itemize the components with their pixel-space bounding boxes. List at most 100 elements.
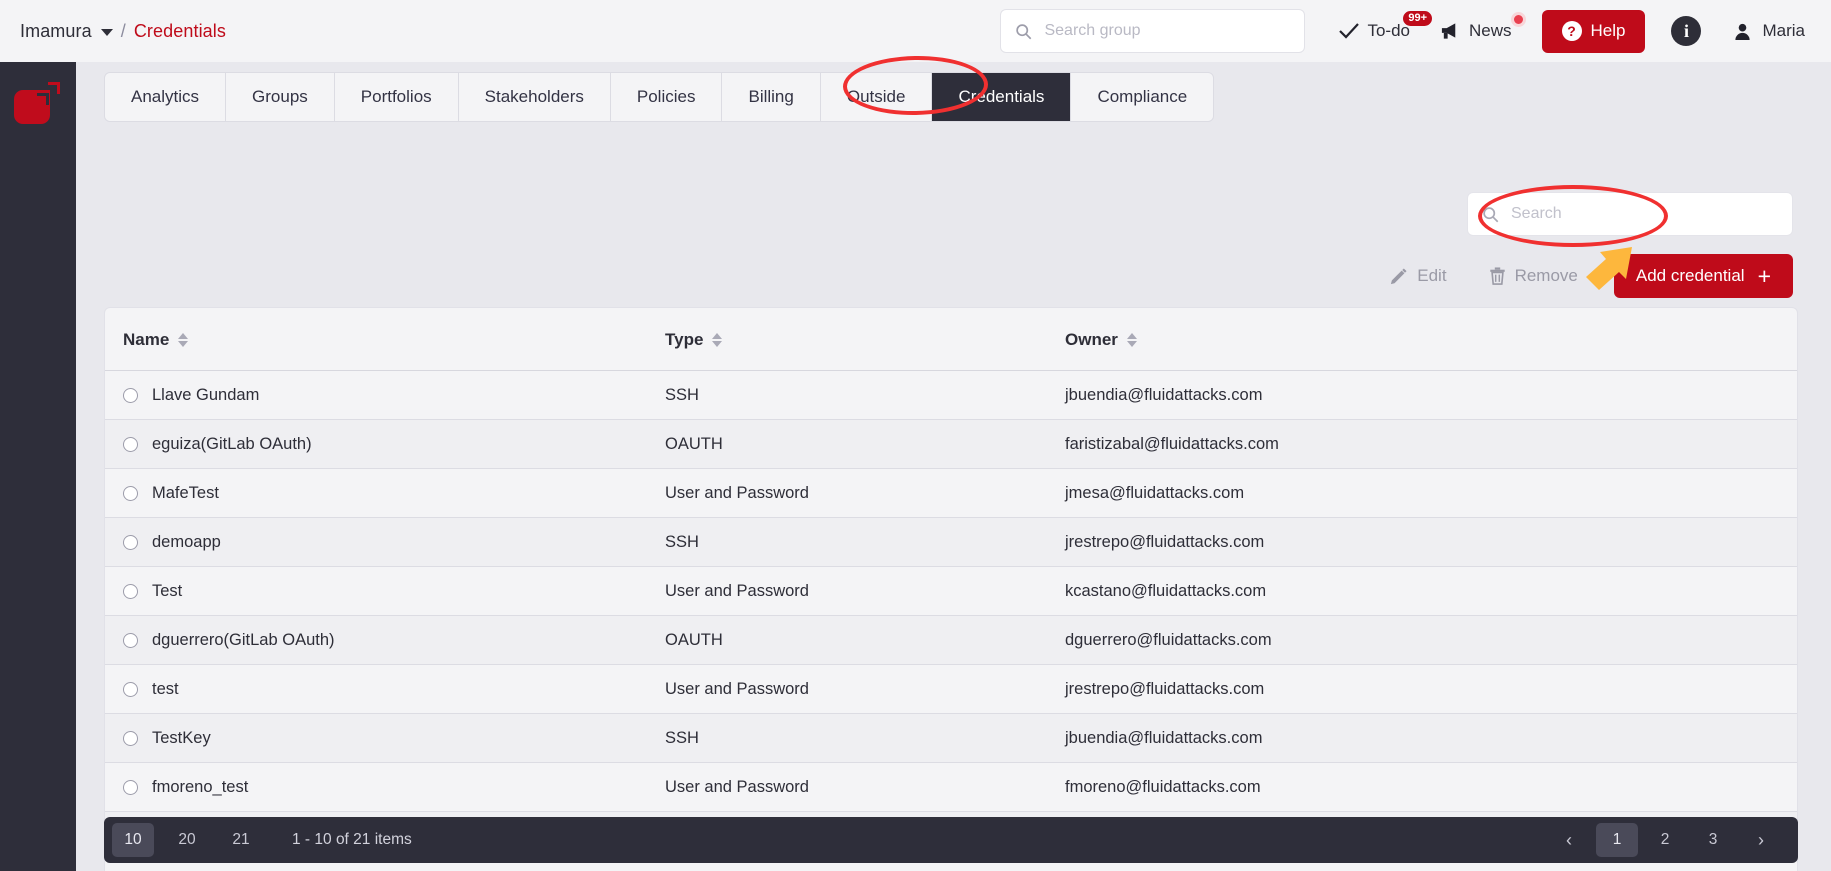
cell-type: User and Password bbox=[665, 566, 1065, 616]
sort-icon[interactable] bbox=[712, 333, 723, 347]
tab-credentials[interactable]: Credentials bbox=[932, 73, 1072, 121]
app-root: Imamura / Credentials Search group To-do… bbox=[0, 0, 1831, 871]
page-size-20[interactable]: 20 bbox=[166, 823, 208, 857]
table-body: Llave Gundam SSH jbuendia@fluidattacks.com… bbox=[105, 370, 1797, 861]
cell-type: SSH bbox=[665, 370, 1065, 420]
row-radio-button[interactable] bbox=[123, 730, 138, 746]
search-group-placeholder: Search group bbox=[1044, 22, 1141, 39]
remove-button[interactable]: Remove bbox=[1483, 265, 1584, 287]
prev-page-button[interactable]: ‹ bbox=[1548, 823, 1590, 857]
tab-policies[interactable]: Policies bbox=[610, 73, 723, 121]
search-icon bbox=[1483, 206, 1499, 222]
column-header-label: Owner bbox=[1065, 330, 1118, 349]
tab-label: Policies bbox=[636, 87, 696, 106]
table-row[interactable]: dguerrero(GitLab OAuth) OAUTH dguerrero@fl… bbox=[105, 615, 1797, 665]
page-2-button[interactable]: 2 bbox=[1644, 823, 1686, 857]
row-radio-button[interactable] bbox=[123, 779, 138, 795]
tab-label: Credentials bbox=[958, 87, 1045, 106]
page-1-button[interactable]: 1 bbox=[1596, 823, 1638, 857]
tab-label: Analytics bbox=[131, 87, 200, 106]
help-label: Help bbox=[1590, 21, 1626, 40]
megaphone-icon bbox=[1441, 23, 1456, 39]
info-icon[interactable]: i bbox=[1671, 16, 1702, 46]
column-header-name[interactable]: Name bbox=[105, 308, 665, 371]
table-row[interactable]: fmoreno_test User and Password fmoreno@flu… bbox=[105, 762, 1797, 812]
tab-portfolios[interactable]: Portfolios bbox=[334, 73, 459, 121]
row-radio-button[interactable] bbox=[123, 681, 138, 697]
table-row[interactable]: MafeTest User and Password jmesa@fluidatta… bbox=[105, 468, 1797, 518]
table-head: Name Type Owner bbox=[105, 308, 1797, 371]
row-radio-button[interactable] bbox=[123, 583, 138, 599]
user-name: Maria bbox=[1762, 21, 1805, 40]
column-header-owner[interactable]: Owner bbox=[1065, 308, 1797, 371]
row-radio-button[interactable] bbox=[123, 387, 138, 403]
table-row[interactable]: Test User and Password kcastano@fluidattac… bbox=[105, 566, 1797, 616]
credential-name: MafeTest bbox=[152, 483, 219, 502]
search-icon bbox=[1016, 23, 1032, 39]
column-header-type[interactable]: Type bbox=[665, 308, 1065, 371]
tab-analytics[interactable]: Analytics bbox=[105, 73, 227, 121]
add-credential-button[interactable]: Add credential + bbox=[1613, 254, 1793, 298]
tab-bar: Analytics Groups Portfolios Stakeholders Pol… bbox=[104, 72, 1215, 122]
cell-name: test bbox=[105, 664, 665, 714]
table-row[interactable]: test User and Password jrestrepo@fluidatta… bbox=[105, 664, 1797, 714]
tab-compliance[interactable]: Compliance bbox=[1071, 73, 1214, 121]
plus-icon: + bbox=[1757, 262, 1771, 289]
todo-label: To-do bbox=[1367, 21, 1410, 40]
page-size-21[interactable]: 21 bbox=[220, 823, 262, 857]
table-header-row: Name Type Owner bbox=[105, 308, 1797, 371]
breadcrumb-current: Credentials bbox=[133, 20, 226, 41]
app-logo-icon[interactable] bbox=[14, 82, 60, 124]
table-search-input[interactable]: Search bbox=[1467, 192, 1793, 236]
cell-name: eguiza(GitLab OAuth) bbox=[105, 419, 665, 469]
row-radio-button[interactable] bbox=[123, 632, 138, 648]
cell-owner: jmesa@fluidattacks.com bbox=[1065, 468, 1797, 518]
trash-icon bbox=[1489, 267, 1505, 285]
table-row[interactable]: TestKey SSH jbuendia@fluidattacks.com bbox=[105, 713, 1797, 763]
user-menu[interactable]: Maria bbox=[1733, 21, 1805, 41]
pagination-bar: 10 20 21 1 - 10 of 21 items ‹ 123 › bbox=[104, 817, 1798, 863]
row-radio-button[interactable] bbox=[123, 436, 138, 452]
cell-type: OAUTH bbox=[665, 419, 1065, 469]
column-header-label: Name bbox=[123, 330, 170, 349]
row-radio-button[interactable] bbox=[123, 485, 138, 501]
edit-button[interactable]: Edit bbox=[1384, 265, 1452, 287]
breadcrumb: Imamura / Credentials bbox=[20, 21, 226, 42]
page-3-button[interactable]: 3 bbox=[1692, 823, 1734, 857]
credentials-table: Name Type Owner Llave Gundam SSH jbuendia@fl… bbox=[105, 308, 1797, 861]
tab-label: Stakeholders bbox=[484, 87, 584, 106]
cell-name: Test bbox=[105, 566, 665, 616]
chevron-down-icon[interactable] bbox=[100, 28, 113, 36]
sort-icon[interactable] bbox=[178, 333, 189, 347]
cell-owner: dguerrero@fluidattacks.com bbox=[1065, 615, 1797, 665]
column-header-label: Type bbox=[665, 330, 704, 349]
tab-label: Compliance bbox=[1097, 87, 1188, 106]
check-icon bbox=[1339, 23, 1360, 39]
tab-stakeholders[interactable]: Stakeholders bbox=[458, 73, 611, 121]
table-row[interactable]: Llave Gundam SSH jbuendia@fluidattacks.com bbox=[105, 370, 1797, 420]
table-row[interactable]: eguiza(GitLab OAuth) OAUTH faristizabal@fl… bbox=[105, 419, 1797, 469]
sort-icon[interactable] bbox=[1126, 333, 1137, 347]
page-size-10[interactable]: 10 bbox=[112, 823, 154, 857]
row-radio-button[interactable] bbox=[123, 534, 138, 550]
top-bar-right: Search group To-do 99+ News ? Help i Mar… bbox=[1000, 0, 1831, 62]
search-group-field[interactable]: Search group bbox=[1000, 9, 1306, 53]
tab-billing[interactable]: Billing bbox=[722, 73, 821, 121]
page-number-group: 123 bbox=[1596, 823, 1734, 857]
news-button[interactable]: News bbox=[1440, 12, 1526, 41]
tab-groups[interactable]: Groups bbox=[226, 73, 335, 121]
cell-owner: jrestrepo@fluidattacks.com bbox=[1065, 664, 1797, 714]
cell-type: SSH bbox=[665, 713, 1065, 763]
credential-name: eguiza(GitLab OAuth) bbox=[152, 434, 312, 453]
help-button[interactable]: ? Help bbox=[1541, 9, 1646, 53]
cell-owner: kcastano@fluidattacks.com bbox=[1065, 566, 1797, 616]
breadcrumb-org[interactable]: Imamura bbox=[20, 21, 92, 42]
tab-outside[interactable]: Outside bbox=[820, 73, 933, 121]
logo-bracket-outer bbox=[48, 82, 60, 94]
news-badge-dot bbox=[1510, 12, 1526, 27]
tab-label: Outside bbox=[846, 87, 906, 106]
todo-button[interactable]: To-do 99+ bbox=[1339, 11, 1432, 41]
cell-owner: jbuendia@fluidattacks.com bbox=[1065, 713, 1797, 763]
next-page-button[interactable]: › bbox=[1740, 823, 1782, 857]
table-row[interactable]: demoapp SSH jrestrepo@fluidattacks.com bbox=[105, 517, 1797, 567]
